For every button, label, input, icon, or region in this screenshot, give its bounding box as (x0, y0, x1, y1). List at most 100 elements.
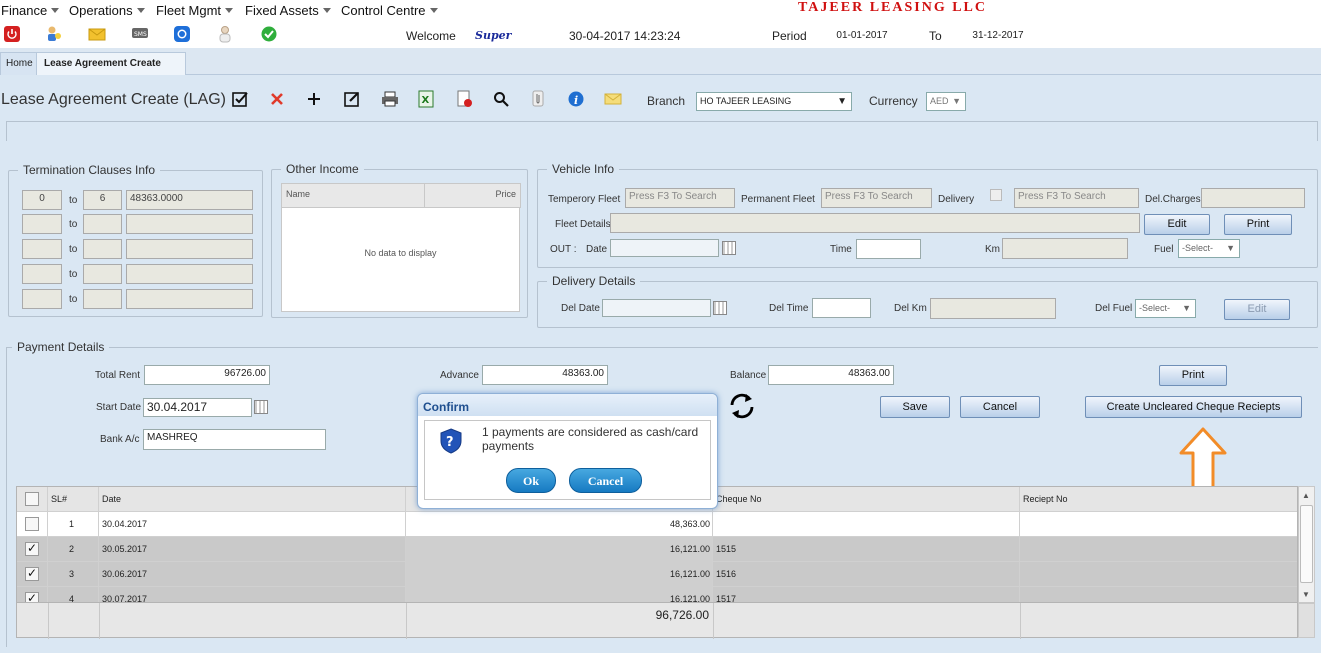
term-amount-input[interactable] (126, 264, 253, 284)
row-amount[interactable]: 48,363.00 (406, 512, 713, 537)
mail-icon[interactable] (88, 25, 106, 43)
out-date-input[interactable] (610, 239, 719, 257)
users-icon[interactable] (45, 25, 63, 43)
user-icon[interactable] (216, 25, 234, 43)
menu-operations[interactable]: Operations (69, 3, 145, 18)
menu-finance[interactable]: Finance (1, 3, 60, 18)
term-amount-input[interactable] (126, 239, 253, 259)
tab-home[interactable]: Home (0, 52, 39, 75)
term-amount-input[interactable] (126, 289, 253, 309)
scroll-up-icon[interactable]: ▲ (1302, 491, 1310, 500)
row-checkbox[interactable]: ✓ (25, 542, 39, 556)
del-time-input[interactable] (812, 298, 871, 318)
check-icon[interactable] (260, 25, 278, 43)
dialog-ok-button[interactable]: Ok (506, 468, 556, 493)
term-amount-input[interactable] (126, 214, 253, 234)
row-amount[interactable]: 16,121.00 (406, 537, 713, 562)
balance-input[interactable]: 48363.00 (768, 365, 894, 385)
vehicle-edit-button[interactable]: Edit (1144, 214, 1210, 235)
info-icon[interactable]: i (566, 89, 586, 109)
term-from-input[interactable] (22, 264, 62, 284)
delivery-input[interactable]: Press F3 To Search (1014, 188, 1139, 208)
delete-icon[interactable] (267, 89, 287, 109)
del-charges-input[interactable] (1201, 188, 1305, 208)
row-select-cell (17, 512, 48, 537)
out-time-input[interactable] (856, 239, 921, 259)
table-total-row: 96,726.00 (16, 602, 1298, 639)
termination-clauses-panel: Termination Clauses Info 0 to 6 48363.00… (8, 163, 263, 317)
print-icon[interactable] (380, 89, 400, 109)
dialog-cancel-button[interactable]: Cancel (569, 468, 642, 493)
row-cheque[interactable]: 1515 (713, 537, 1020, 562)
temp-fleet-input[interactable]: Press F3 To Search (625, 188, 735, 208)
term-to-input[interactable] (83, 289, 122, 309)
save-button[interactable]: Save (880, 396, 950, 418)
period-to-field[interactable]: 31-12-2017 (950, 28, 1046, 44)
scroll-thumb[interactable] (1300, 505, 1313, 583)
divider (99, 603, 100, 639)
row-checkbox[interactable]: ✓ (25, 567, 39, 581)
menu-fixed-assets[interactable]: Fixed Assets (245, 3, 331, 18)
check-box-icon[interactable] (230, 89, 250, 109)
currency-select[interactable]: AED ▼ (926, 92, 966, 111)
term-to-input[interactable]: 6 (83, 190, 122, 210)
delivery-edit-button[interactable]: Edit (1224, 299, 1290, 320)
total-rent-input[interactable]: 96726.00 (144, 365, 270, 385)
row-cheque[interactable] (713, 512, 1020, 537)
envelope-icon[interactable] (603, 89, 623, 109)
term-to-input[interactable] (83, 214, 122, 234)
select-all-checkbox[interactable] (25, 492, 39, 506)
fleet-details-input[interactable] (610, 213, 1140, 233)
del-km-input[interactable] (930, 298, 1056, 319)
term-from-input[interactable]: 0 (22, 190, 62, 210)
excel-icon[interactable]: X (416, 89, 436, 109)
term-to-input[interactable] (83, 239, 122, 259)
row-amount[interactable]: 16,121.00 (406, 562, 713, 587)
table-row[interactable]: 1 30.04.2017 48,363.00 (17, 512, 1297, 537)
search-icon[interactable] (491, 89, 511, 109)
calendar-icon[interactable] (713, 301, 727, 315)
payment-print-button[interactable]: Print (1159, 365, 1227, 386)
bank-input[interactable]: MASHREQ (143, 429, 326, 450)
row-checkbox[interactable] (25, 517, 39, 531)
menu-control-centre[interactable]: Control Centre (341, 3, 438, 18)
table-row[interactable]: ✓ 2 30.05.2017 16,121.00 1515 (17, 537, 1297, 562)
advance-input[interactable]: 48363.00 (482, 365, 608, 385)
calendar-icon[interactable] (722, 241, 736, 255)
table-row[interactable]: ✓ 3 30.06.2017 16,121.00 1516 (17, 562, 1297, 587)
del-km-label: Del Km (894, 303, 927, 314)
scroll-down-icon[interactable]: ▼ (1302, 590, 1310, 599)
chevron-down-icon: ▼ (1226, 243, 1235, 253)
del-fuel-select[interactable]: -Select- ▼ (1135, 299, 1196, 318)
edit-icon[interactable] (342, 89, 362, 109)
term-amount-input[interactable]: 48363.0000 (126, 190, 253, 210)
out-km-input[interactable] (1002, 238, 1128, 259)
create-uncleared-cheque-receipts-button[interactable]: Create Uncleared Cheque Reciepts (1085, 396, 1302, 418)
delivery-checkbox[interactable] (990, 189, 1002, 201)
menu-fleet-mgmt[interactable]: Fleet Mgmt (156, 3, 234, 18)
perm-fleet-input[interactable]: Press F3 To Search (821, 188, 932, 208)
start-date-input[interactable]: 30.04.2017 (143, 398, 252, 417)
fuel-select[interactable]: -Select- ▼ (1178, 239, 1240, 258)
pdf-icon[interactable] (454, 89, 474, 109)
row-cheque[interactable]: 1516 (713, 562, 1020, 587)
term-from-input[interactable] (22, 239, 62, 259)
vehicle-print-button[interactable]: Print (1224, 214, 1292, 235)
tab-lease-agreement-create[interactable]: Lease Agreement Create (36, 52, 186, 75)
term-from-input[interactable] (22, 214, 62, 234)
branch-select[interactable]: HO TAJEER LEASING ▼ (696, 92, 852, 111)
term-to-input[interactable] (83, 264, 122, 284)
attachment-icon[interactable] (528, 89, 548, 109)
calendar-icon[interactable] (254, 400, 268, 414)
col-date-header: Date (99, 487, 406, 512)
period-from-field[interactable]: 01-01-2017 (814, 28, 910, 44)
sms-icon[interactable]: SMS (131, 25, 149, 43)
table-scrollbar[interactable]: ▲ ▼ (1298, 486, 1315, 603)
power-icon[interactable] (3, 25, 21, 43)
chat-icon[interactable] (173, 25, 191, 43)
add-icon[interactable] (304, 89, 324, 109)
cancel-button[interactable]: Cancel (960, 396, 1040, 418)
refresh-icon[interactable] (725, 389, 759, 426)
term-from-input[interactable] (22, 289, 62, 309)
del-date-input[interactable] (602, 299, 711, 317)
